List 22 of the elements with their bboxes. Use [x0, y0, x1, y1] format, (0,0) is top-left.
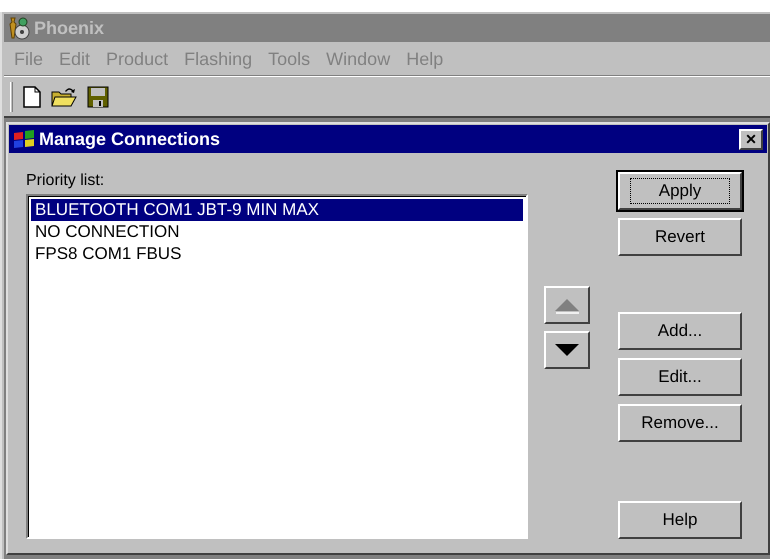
dialog-button[interactable]: Apply	[618, 172, 742, 210]
priority-list[interactable]: BLUETOOTH COM1 JBT-9 MIN MAX NO CONNECTION FPS8 COM1 FBUS	[26, 194, 528, 539]
window-flag-icon	[13, 129, 35, 149]
dialog-button[interactable]: Revert	[618, 218, 742, 256]
window-title: Phoenix	[34, 18, 104, 38]
new-document-icon[interactable]	[23, 86, 41, 108]
wrench-disc-icon	[8, 16, 30, 40]
dialog-button[interactable]: Add...	[618, 312, 742, 350]
dialog-button[interactable]: Remove...	[618, 404, 742, 442]
triangle-down-icon	[553, 342, 581, 358]
list-item[interactable]: FPS8 COM1 FBUS	[31, 243, 523, 265]
dialog-button[interactable]: Edit...	[618, 358, 742, 396]
triangle-up-icon	[553, 296, 581, 314]
list-item[interactable]: BLUETOOTH COM1 JBT-9 MIN MAX	[31, 199, 523, 221]
dialog-title: Manage Connections	[39, 128, 220, 150]
move-down-button[interactable]	[544, 331, 590, 369]
list-item[interactable]: NO CONNECTION	[31, 221, 523, 243]
save-floppy-icon[interactable]	[87, 86, 109, 108]
dialog-button[interactable]: Help	[618, 501, 742, 539]
list-label: Priority list:	[26, 172, 106, 190]
close-button[interactable]: ×	[739, 128, 763, 150]
open-folder-icon[interactable]	[51, 86, 77, 108]
